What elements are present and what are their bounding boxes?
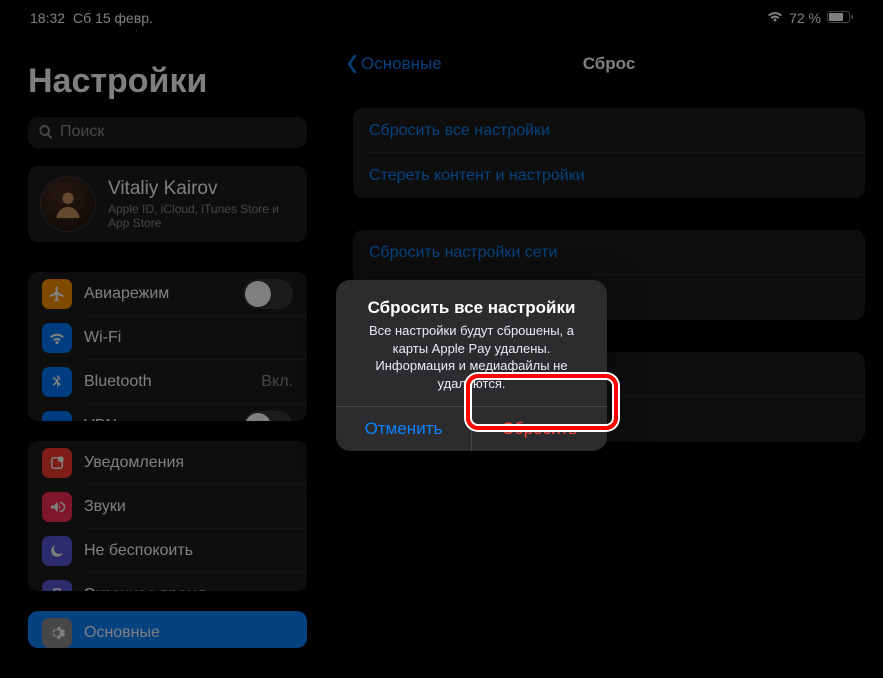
sidebar-item-label: Не беспокоить — [84, 542, 293, 560]
reset-row-label: Стереть контент и настройки — [369, 167, 585, 185]
battery-percent: 72 % — [789, 10, 821, 26]
reset-all-button[interactable]: Сбросить все настройки — [353, 108, 865, 153]
cancel-button[interactable]: Отменить — [336, 407, 472, 451]
notifications-icon — [42, 448, 72, 478]
search-input[interactable]: Поиск — [28, 117, 307, 148]
sidebar-item-label: Основные — [84, 624, 293, 642]
chevron-left-icon — [345, 54, 359, 74]
sidebar-item-label: Bluetooth — [84, 373, 261, 391]
sidebar-item-general[interactable]: Основные — [28, 611, 307, 648]
airplane-icon — [42, 279, 72, 309]
confirm-button[interactable]: Сбросить — [472, 407, 607, 451]
sidebar-item-bluetooth[interactable]: Bluetooth Вкл. — [28, 360, 307, 404]
reset-row-label: Сбросить настройки сети — [369, 244, 557, 262]
status-date: Сб 15 февр. — [73, 10, 153, 26]
moon-icon — [42, 536, 72, 566]
sidebar-item-dnd[interactable]: Не беспокоить — [28, 529, 307, 573]
alert-dialog: Сбросить все настройки Все настройки буд… — [336, 280, 607, 451]
alert-title: Сбросить все настройки — [352, 298, 591, 318]
sidebar-item-label: Уведомления — [84, 454, 293, 472]
search-icon — [38, 124, 54, 140]
status-bar: 18:32 Сб 15 февр. 72 % — [0, 0, 883, 32]
battery-icon — [827, 10, 853, 26]
sidebar-item-label: Звуки — [84, 498, 293, 516]
back-button[interactable]: Основные — [345, 54, 442, 74]
vpn-toggle[interactable] — [243, 411, 293, 422]
account-name: Vitaliy Kairov — [108, 178, 295, 200]
reset-network-button[interactable]: Сбросить настройки сети — [353, 230, 865, 275]
page-title: Настройки — [0, 62, 335, 111]
bluetooth-icon — [42, 367, 72, 397]
reset-row-label: Сбросить все настройки — [369, 122, 550, 140]
erase-all-button[interactable]: Стереть контент и настройки — [353, 153, 865, 198]
wifi-status-icon — [767, 10, 783, 26]
detail-header: Основные Сброс — [335, 40, 883, 88]
sidebar-group-connectivity: Авиарежим Wi-Fi Bluetooth Вкл. VPN VPN — [28, 272, 307, 422]
sidebar-group-alerts: Уведомления Звуки Не беспокоить Экранное… — [28, 441, 307, 591]
sidebar-item-label: Wi-Fi — [84, 329, 293, 347]
airplane-toggle[interactable] — [243, 279, 293, 309]
sidebar-item-wifi[interactable]: Wi-Fi — [28, 316, 307, 360]
reset-group-1: Сбросить все настройки Стереть контент и… — [353, 108, 865, 198]
status-time: 18:32 — [30, 10, 65, 26]
sidebar-item-sounds[interactable]: Звуки — [28, 485, 307, 529]
sidebar-item-label: VPN — [84, 417, 243, 422]
alert-message: Все настройки будут сброшены, а карты Ap… — [352, 322, 591, 392]
back-label: Основные — [361, 54, 442, 74]
detail-title: Сброс — [583, 54, 636, 74]
sidebar: Настройки Поиск Vitaliy Kairov Apple ID,… — [0, 32, 335, 676]
sidebar-item-label: Экранное время — [84, 586, 293, 591]
avatar — [40, 176, 96, 232]
gear-icon — [42, 618, 72, 648]
vpn-icon: VPN — [42, 411, 72, 422]
sidebar-item-airplane[interactable]: Авиарежим — [28, 272, 307, 316]
wifi-icon — [42, 323, 72, 353]
sidebar-group-general: Основные — [28, 611, 307, 648]
sounds-icon — [42, 492, 72, 522]
sidebar-item-vpn[interactable]: VPN VPN — [28, 404, 307, 422]
sidebar-item-screentime[interactable]: Экранное время — [28, 573, 307, 591]
confirm-label: Сбросить — [502, 419, 578, 439]
account-subtitle: Apple ID, iCloud, iTunes Store и App Sto… — [108, 202, 295, 230]
search-placeholder: Поиск — [60, 123, 104, 141]
account-row[interactable]: Vitaliy Kairov Apple ID, iCloud, iTunes … — [28, 166, 307, 242]
sidebar-item-notifications[interactable]: Уведомления — [28, 441, 307, 485]
sidebar-item-label: Авиарежим — [84, 285, 243, 303]
cancel-label: Отменить — [365, 419, 443, 439]
hourglass-icon — [42, 580, 72, 591]
bluetooth-value: Вкл. — [261, 373, 293, 391]
